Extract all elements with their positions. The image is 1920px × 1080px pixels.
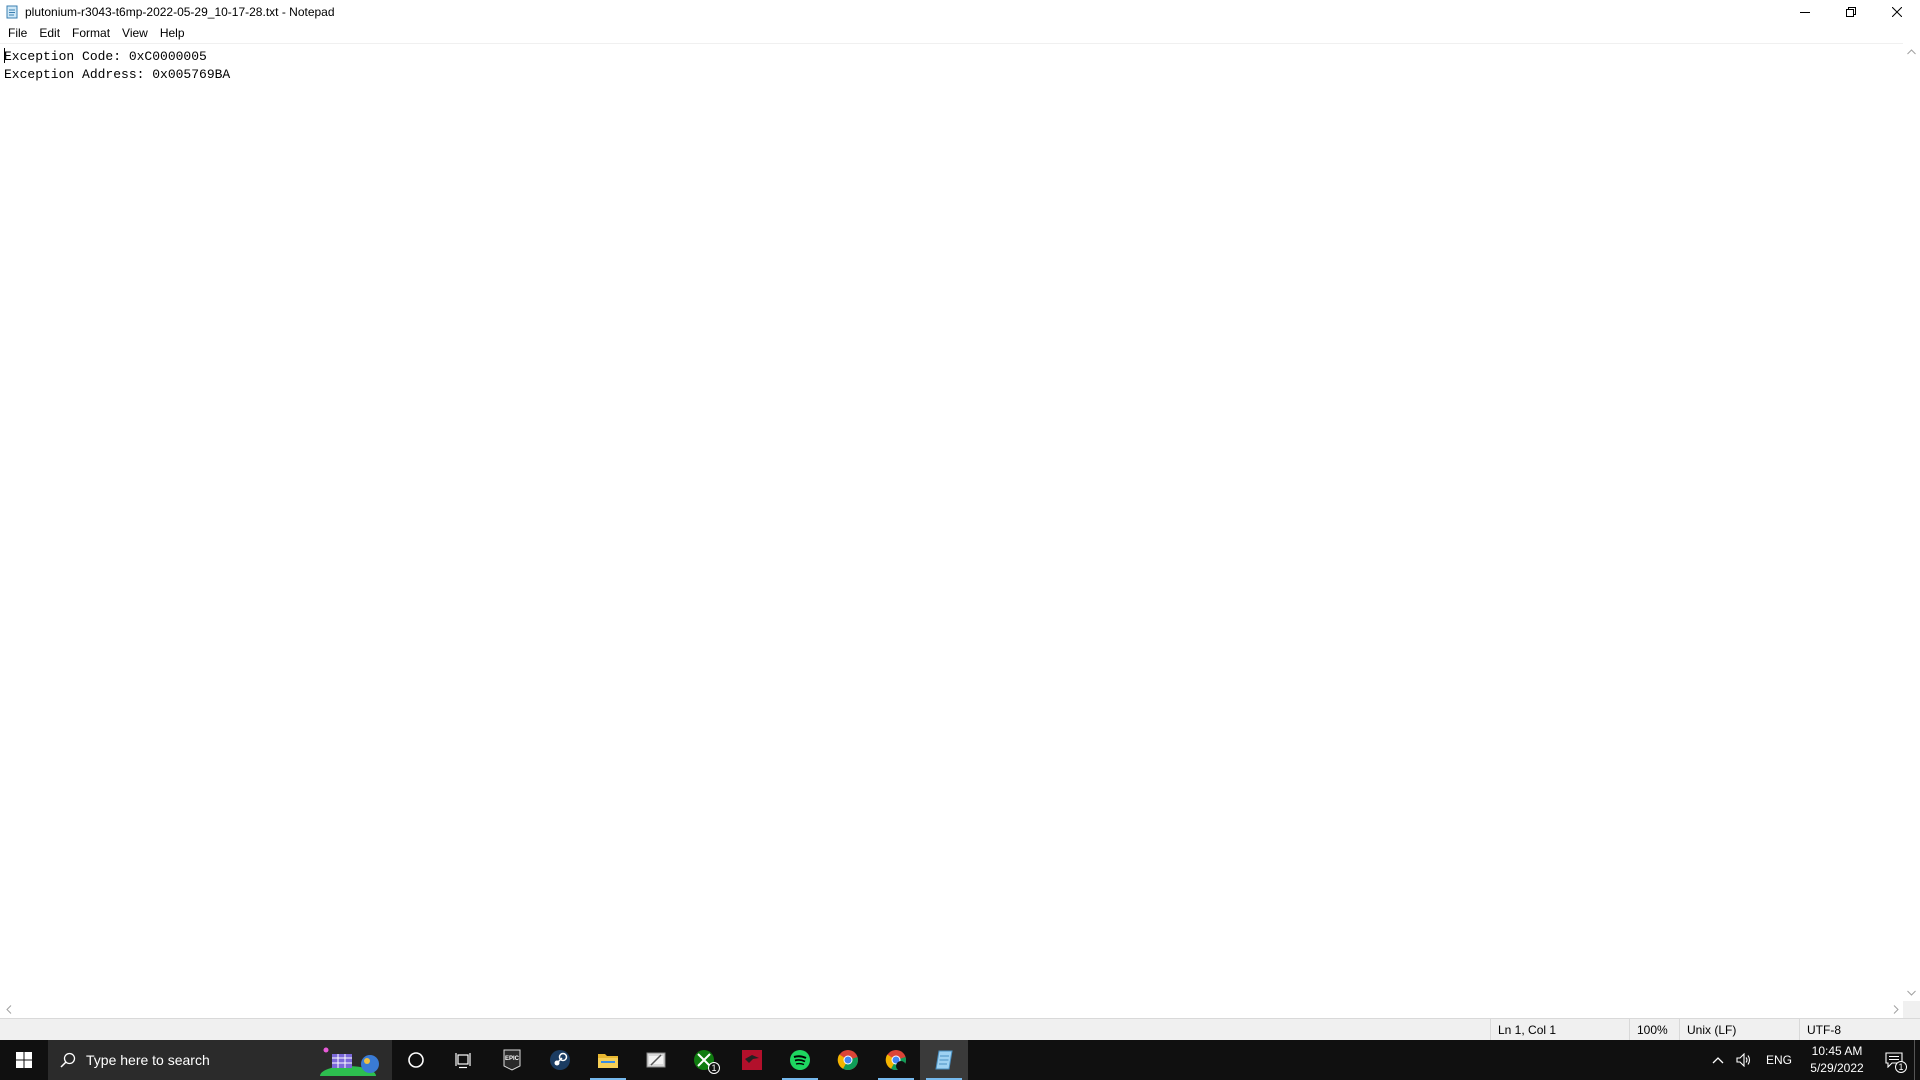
show-desktop-button[interactable]	[1914, 1040, 1920, 1080]
search-icon	[60, 1052, 76, 1068]
taskbar: Type here to search EPIC 1 ENG 10:45 AM …	[0, 1040, 1920, 1080]
chrome-icon	[837, 1050, 858, 1071]
minimize-button[interactable]	[1782, 0, 1828, 24]
system-tray: ENG 10:45 AM 5/29/2022 1	[1706, 1040, 1920, 1080]
restore-button[interactable]	[1828, 0, 1874, 24]
scroll-down-icon[interactable]	[1903, 984, 1920, 1001]
editor-line: Exception Address: 0x005769BA	[4, 67, 231, 82]
cortana-button[interactable]	[392, 1040, 440, 1080]
status-zoom: 100%	[1629, 1019, 1679, 1041]
notepad-icon	[935, 1050, 953, 1070]
clock[interactable]: 10:45 AM 5/29/2022	[1800, 1043, 1874, 1077]
file-explorer-icon	[598, 1054, 618, 1068]
status-bar: Ln 1, Col 1 100% Unix (LF) UTF-8	[0, 1018, 1920, 1041]
horizontal-scrollbar[interactable]	[0, 1001, 1904, 1018]
xbox-badge: 1	[708, 1062, 720, 1074]
search-highlight-icon	[320, 1047, 379, 1076]
clock-date: 5/29/2022	[1810, 1061, 1864, 1075]
text-caret	[4, 48, 5, 63]
close-icon	[1892, 7, 1902, 17]
file-explorer-button[interactable]	[584, 1040, 632, 1080]
menu-file[interactable]: File	[2, 24, 33, 43]
status-line-endings: Unix (LF)	[1679, 1019, 1799, 1041]
notification-badge: 1	[1895, 1061, 1907, 1073]
restore-icon	[1846, 7, 1856, 17]
notepad-taskbar-button[interactable]	[920, 1040, 968, 1080]
volume-button[interactable]	[1730, 1040, 1758, 1080]
chrome-alt-button[interactable]	[872, 1040, 920, 1080]
red-app-button[interactable]	[728, 1040, 776, 1080]
scroll-right-icon[interactable]	[1887, 1001, 1904, 1018]
snipping-tool-button[interactable]	[632, 1040, 680, 1080]
clock-time: 10:45 AM	[1811, 1044, 1863, 1058]
xbox-button[interactable]: 1	[680, 1040, 728, 1080]
spotify-icon	[790, 1050, 810, 1070]
steam-button[interactable]	[536, 1040, 584, 1080]
windows-logo-icon	[16, 1052, 32, 1068]
epic-games-button[interactable]: EPIC	[488, 1040, 536, 1080]
menu-format[interactable]: Format	[66, 24, 116, 43]
menu-edit[interactable]: Edit	[33, 24, 66, 43]
minimize-icon	[1800, 12, 1810, 13]
window-title: plutonium-r3043-t6mp-2022-05-29_10-17-28…	[25, 5, 335, 19]
window-controls	[1782, 0, 1920, 24]
epic-games-icon: EPIC	[503, 1049, 521, 1071]
search-box[interactable]: Type here to search	[48, 1040, 392, 1080]
cortana-icon	[408, 1052, 424, 1068]
chrome-button[interactable]	[824, 1040, 872, 1080]
title-bar[interactable]: plutonium-r3043-t6mp-2022-05-29_10-17-28…	[0, 0, 1920, 24]
svg-text:EPIC: EPIC	[505, 1056, 520, 1062]
language-indicator[interactable]: ENG	[1758, 1040, 1800, 1080]
notepad-icon	[5, 5, 19, 19]
start-button[interactable]	[0, 1040, 48, 1080]
close-button[interactable]	[1874, 0, 1920, 24]
snipping-tool-icon	[646, 1052, 666, 1068]
vertical-scrollbar[interactable]	[1903, 43, 1920, 1001]
chrome-alt-icon	[885, 1050, 906, 1071]
menu-bar: File Edit Format View Help	[0, 24, 191, 43]
menu-view[interactable]: View	[116, 24, 154, 43]
red-app-icon	[742, 1050, 762, 1070]
task-view-icon	[455, 1053, 471, 1069]
scroll-left-icon[interactable]	[0, 1001, 17, 1018]
task-view-button[interactable]	[440, 1040, 488, 1080]
scroll-up-icon[interactable]	[1903, 43, 1920, 60]
chevron-up-icon	[1712, 1057, 1724, 1064]
status-encoding: UTF-8	[1799, 1019, 1920, 1041]
spotify-button[interactable]	[776, 1040, 824, 1080]
text-editor[interactable]: Exception Code: 0xC0000005 Exception Add…	[0, 43, 1904, 1001]
scroll-corner	[1903, 1001, 1920, 1018]
search-placeholder: Type here to search	[86, 1052, 210, 1068]
speaker-icon	[1736, 1053, 1751, 1067]
action-center-button[interactable]: 1	[1874, 1040, 1914, 1080]
status-position: Ln 1, Col 1	[1490, 1019, 1629, 1041]
menu-help[interactable]: Help	[154, 24, 191, 43]
steam-icon	[550, 1050, 570, 1070]
editor-line: Exception Code: 0xC0000005	[4, 49, 207, 64]
show-hidden-icons-button[interactable]	[1706, 1040, 1730, 1080]
